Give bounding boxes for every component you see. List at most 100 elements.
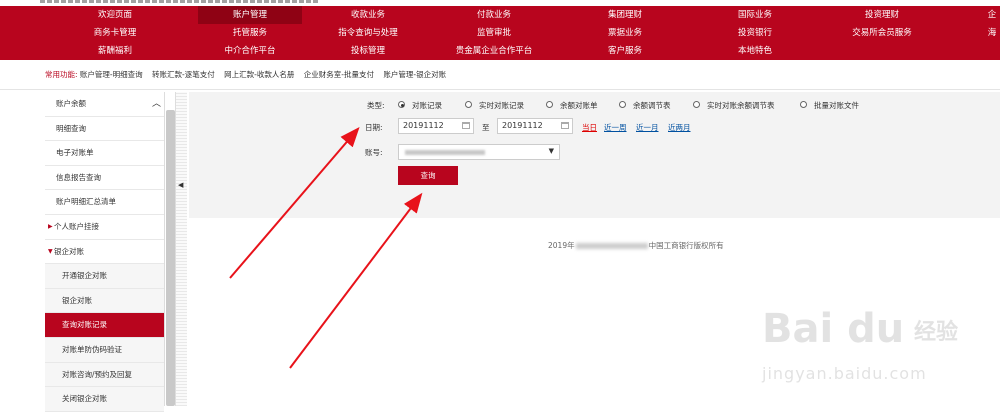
- nav-row-3: 薪酬福利 中介合作平台 投标管理 贵金属企业合作平台 客户服务 本地特色: [0, 42, 1000, 60]
- nav-welcome[interactable]: 欢迎页面: [70, 6, 160, 24]
- nav-row-1: 欢迎页面 账户管理 收款业务 付款业务 集团理财 国际业务 投资理财 企: [0, 6, 1000, 24]
- date-to-field[interactable]: 20191112: [497, 118, 573, 134]
- sidebar-item-label: 信息报告查询: [56, 172, 101, 182]
- nav-payment[interactable]: 付款业务: [444, 6, 544, 24]
- chevron-down-icon: ▼: [548, 147, 554, 155]
- sidebar-item-close[interactable]: 关闭银企对账: [45, 387, 164, 412]
- sidebar-item-statement[interactable]: 电子对账单: [45, 141, 164, 166]
- nav-agency-platform[interactable]: 中介合作平台: [198, 42, 302, 60]
- sidebar-item-label: 账户余额: [56, 99, 86, 108]
- nav-bidding[interactable]: 投标管理: [318, 42, 418, 60]
- calendar-icon[interactable]: [462, 122, 470, 129]
- date-from-field[interactable]: 20191112: [398, 118, 474, 134]
- triangle-right-icon: ▶: [48, 222, 53, 230]
- radio-batch-file[interactable]: [800, 101, 807, 108]
- sidebar-item-label: 银企对账: [62, 295, 92, 305]
- triangle-down-icon: ▼: [48, 247, 53, 255]
- quick-functions-bar: 常用功能: 账户管理-明细查询 转账汇款-逐笔支付 网上汇款-收款人名册 企业财…: [0, 60, 1000, 90]
- date-separator: 至: [482, 123, 490, 132]
- watermark-cn: 经验: [914, 320, 959, 345]
- nav-investment[interactable]: 投资理财: [832, 6, 932, 24]
- watermark-url: jingyan.baidu.com: [762, 364, 927, 383]
- watermark-brand: Bai du: [762, 306, 905, 352]
- last-month-link[interactable]: 近一月: [636, 122, 659, 133]
- nav-cut-2[interactable]: 海: [982, 24, 1000, 42]
- nav-collection[interactable]: 收款业务: [318, 6, 418, 24]
- sidebar-item-label: 电子对账单: [56, 148, 94, 158]
- nav-business-card[interactable]: 商务卡管理: [70, 24, 160, 42]
- sidebar-item-label: 关闭银企对账: [62, 394, 107, 404]
- date-label: 日期:: [365, 123, 383, 132]
- sidebar-item-summary[interactable]: 账户明细汇总清单: [45, 190, 164, 215]
- last-week-link[interactable]: 近一周: [604, 122, 627, 133]
- nav-custody[interactable]: 托管服务: [198, 24, 302, 42]
- quick-label: 常用功能:: [45, 70, 78, 79]
- radio-label: 实时对账记录: [479, 101, 524, 110]
- sidebar-scrollbar[interactable]: [166, 110, 175, 406]
- sidebar-item-label: 明细查询: [56, 123, 86, 133]
- radio-label: 余额对账单: [560, 101, 598, 110]
- radio-realtime-record[interactable]: [465, 101, 472, 108]
- sidebar-item-label: 对账咨询/预约及回复: [62, 369, 133, 379]
- cropped-text: [40, 0, 320, 3]
- sidebar-item-consult[interactable]: 对账咨询/预约及回复: [45, 362, 164, 388]
- quick-link-reconcile[interactable]: 账户管理-银企对账: [383, 70, 446, 79]
- sidebar-item-reconcile-group[interactable]: ▼ 银企对账: [45, 240, 164, 265]
- nav-group-finance[interactable]: 集团理财: [575, 6, 675, 24]
- sidebar-item-report[interactable]: 信息报告查询: [45, 166, 164, 191]
- account-select[interactable]: ▼: [398, 144, 560, 160]
- baidu-jingyan-watermark: Bai du 经验 jingyan.baidu.com: [762, 306, 992, 402]
- sidebar-item-reconcile[interactable]: 银企对账: [45, 288, 164, 314]
- sidebar-item-label: 账户明细汇总清单: [56, 197, 116, 207]
- nav-row-2: 商务卡管理 托管服务 指令查询与处理 监管审批 票据业务 投资银行 交易所会员服…: [0, 24, 1000, 42]
- redacted-text: [575, 243, 648, 249]
- main-nav: 欢迎页面 账户管理 收款业务 付款业务 集团理财 国际业务 投资理财 企 商务卡…: [0, 6, 1000, 60]
- quick-link-batch[interactable]: 企业财务室-批量支付: [304, 70, 374, 79]
- sidebar-item-personal-link[interactable]: ▶ 个人账户挂接: [45, 215, 164, 240]
- today-link[interactable]: 当日: [582, 122, 597, 133]
- sidebar-item-label: 对账单防伪码验证: [62, 344, 122, 354]
- sidebar-item-label: 查询对账记录: [62, 320, 107, 330]
- nav-customer-service[interactable]: 客户服务: [575, 42, 675, 60]
- nav-approval[interactable]: 监管审批: [444, 24, 544, 42]
- sidebar-item-label: 银企对账: [54, 246, 84, 256]
- nav-payroll[interactable]: 薪酬福利: [70, 42, 160, 60]
- radio-realtime-adjustment[interactable]: [693, 101, 700, 108]
- radio-label: 实时对账余额调节表: [707, 101, 775, 110]
- nav-bills[interactable]: 票据业务: [575, 24, 675, 42]
- last-two-months-link[interactable]: 近两月: [668, 122, 691, 133]
- radio-label: 对账记录: [412, 101, 442, 110]
- calendar-icon[interactable]: [561, 122, 569, 129]
- nav-international[interactable]: 国际业务: [705, 6, 805, 24]
- nav-account-mgmt[interactable]: 账户管理: [198, 6, 302, 24]
- quick-link-detail[interactable]: 账户管理-明细查询: [80, 70, 143, 79]
- nav-cut-1[interactable]: 企: [982, 6, 1000, 24]
- radio-balance-statement[interactable]: [546, 101, 553, 108]
- sidebar-item-query-records[interactable]: 查询对账记录: [45, 313, 164, 338]
- quick-link-payee[interactable]: 网上汇款-收款人名册: [224, 70, 294, 79]
- radio-adjustment[interactable]: [619, 101, 626, 108]
- nav-instruction-query[interactable]: 指令查询与处理: [318, 24, 418, 42]
- radio-reconcile-record[interactable]: [398, 101, 405, 108]
- sidebar: 账户余额 ︿ 明细查询 电子对账单 信息报告查询 账户明细汇总清单 ▶ 个人账户挂接…: [45, 92, 165, 412]
- collapse-up-icon[interactable]: ︿: [152, 92, 161, 117]
- radio-label: 批量对账文件: [814, 101, 859, 110]
- collapse-left-icon[interactable]: ◀: [178, 181, 183, 189]
- sidebar-item-balance[interactable]: 账户余额 ︿: [45, 92, 164, 117]
- redacted-account: [405, 150, 485, 155]
- nav-ib[interactable]: 投资银行: [705, 24, 805, 42]
- query-button[interactable]: 查询: [398, 166, 458, 185]
- nav-local[interactable]: 本地特色: [705, 42, 805, 60]
- sidebar-item-label: 开通银企对账: [62, 271, 107, 281]
- radio-label: 余额调节表: [633, 101, 671, 110]
- copyright: 2019年 中国工商银行版权所有: [548, 241, 724, 250]
- account-label: 账号:: [365, 148, 383, 157]
- nav-exchange-member[interactable]: 交易所会员服务: [832, 24, 932, 42]
- sidebar-item-detail[interactable]: 明细查询: [45, 117, 164, 142]
- sidebar-splitter[interactable]: ◀: [175, 92, 187, 406]
- sidebar-item-open-reconcile[interactable]: 开通银企对账: [45, 264, 164, 289]
- nav-precious-metals[interactable]: 贵金属企业合作平台: [430, 42, 558, 60]
- sidebar-item-anti-fake[interactable]: 对账单防伪码验证: [45, 337, 164, 363]
- quick-link-transfer[interactable]: 转账汇款-逐笔支付: [152, 70, 215, 79]
- type-label: 类型:: [367, 101, 385, 110]
